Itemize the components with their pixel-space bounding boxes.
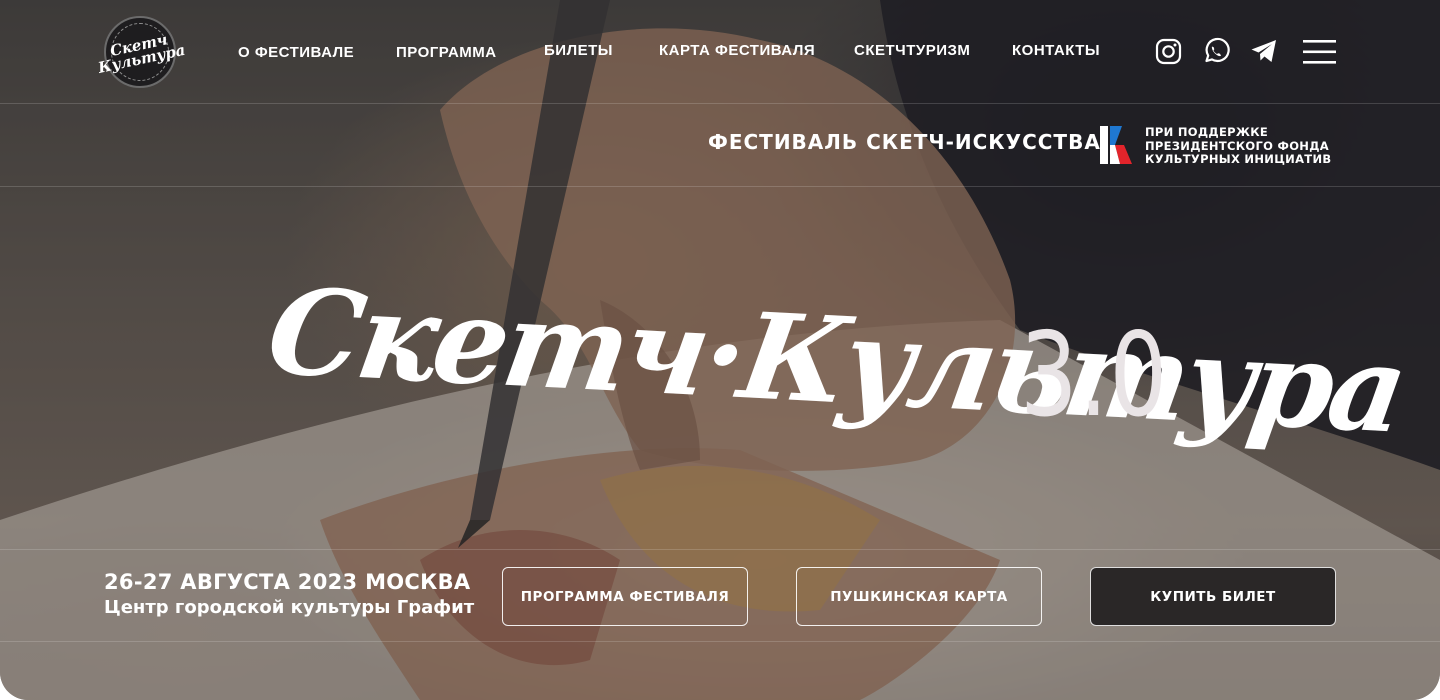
event-date: 26-27 АВГУСТА 2023 МОСКВА <box>104 570 471 594</box>
hamburger-menu-icon[interactable] <box>1303 39 1337 65</box>
bottom-bar-top-divider <box>0 549 1440 550</box>
telegram-icon[interactable] <box>1250 38 1278 64</box>
buy-ticket-button[interactable]: КУПИТЬ БИЛЕТ <box>1090 567 1336 626</box>
festival-subtitle: ФЕСТИВАЛЬ СКЕТЧ-ИСКУССТВА <box>708 130 1101 154</box>
hero-title: Скетч·Культура <box>259 232 1413 472</box>
subheader-divider <box>0 186 1440 187</box>
hero-section: Скетч Культура О ФЕСТИВАЛЕ ПРОГРАММА БИЛ… <box>0 0 1440 700</box>
header-divider <box>0 103 1440 104</box>
nav-item-program[interactable]: ПРОГРАММА <box>396 44 497 61</box>
sponsor-line-3: КУЛЬТУРНЫХ ИНИЦИАТИВ <box>1145 152 1332 166</box>
nav-item-contacts[interactable]: КОНТАКТЫ <box>1012 42 1100 59</box>
nav-item-about[interactable]: О ФЕСТИВАЛЕ <box>238 44 354 61</box>
sponsor-text: ПРИ ПОДДЕРЖКЕ ПРЕЗИДЕНТСКОГО ФОНДА КУЛЬТ… <box>1145 125 1335 167</box>
nav-item-sketch-tourism[interactable]: СКЕТЧТУРИЗМ <box>854 42 970 59</box>
presidential-fund-logo-icon[interactable] <box>1098 124 1134 166</box>
pushkin-card-button[interactable]: ПУШКИНСКАЯ КАРТА <box>796 567 1042 626</box>
event-venue: Центр городской культуры Графит <box>104 597 475 618</box>
nav-item-festival-map[interactable]: КАРТА ФЕСТИВАЛЯ <box>659 42 815 59</box>
nav-item-tickets[interactable]: БИЛЕТЫ <box>544 42 613 59</box>
sponsor-line-1: ПРИ ПОДДЕРЖКЕ <box>1145 125 1269 139</box>
instagram-icon[interactable] <box>1155 38 1182 65</box>
sponsor-line-2: ПРЕЗИДЕНТСКОГО ФОНДА <box>1145 138 1329 153</box>
whatsapp-icon[interactable] <box>1202 37 1230 65</box>
festival-program-button[interactable]: ПРОГРАММА ФЕСТИВАЛЯ <box>502 567 748 626</box>
hero-version: 3.0 <box>1020 308 1169 443</box>
bottom-bar-bottom-divider <box>0 641 1440 642</box>
